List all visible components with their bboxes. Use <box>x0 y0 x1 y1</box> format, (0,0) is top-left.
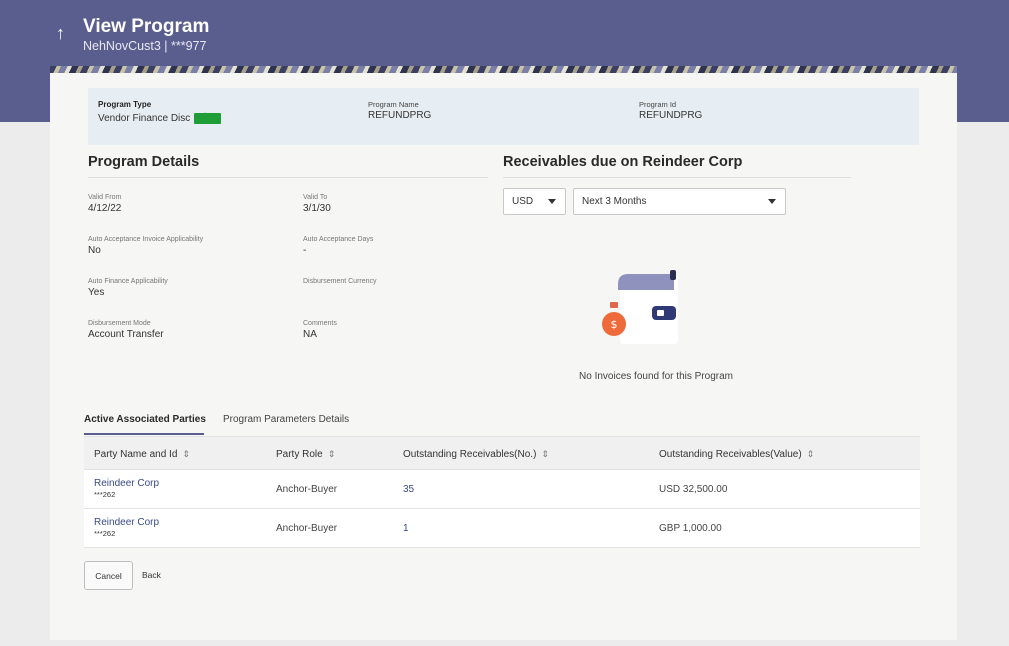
page-title: View Program <box>83 16 210 37</box>
field-valid-from: Valid From 4/12/22 <box>88 194 122 214</box>
party-id: ***262 <box>94 490 116 499</box>
party-name-link[interactable]: Reindeer Corp <box>94 478 159 489</box>
tab-active-associated-parties[interactable]: Active Associated Parties <box>84 414 206 425</box>
program-name: Program Name REFUNDPRG <box>368 100 431 121</box>
sort-icon: ⇕ <box>182 449 190 459</box>
tab-program-parameters-details[interactable]: Program Parameters Details <box>223 414 349 425</box>
outstanding-value-cell: USD 32,500.00 <box>659 484 728 495</box>
program-info-strip: Program Type Vendor Finance Disc Active P… <box>88 88 919 145</box>
outstanding-count-link[interactable]: 35 <box>403 484 414 495</box>
currency-select-value: USD <box>512 196 534 207</box>
column-header-outstanding-no[interactable]: Outstanding Receivables(No.) ⇕ <box>403 449 549 460</box>
divider <box>88 177 488 178</box>
back-button[interactable]: Back <box>142 570 161 580</box>
page-subtitle: NehNovCust3 | ***977 <box>83 39 207 53</box>
active-tab-indicator <box>84 433 204 435</box>
period-select[interactable]: Next 3 Months <box>573 188 786 215</box>
receivables-title: Receivables due on Reindeer Corp <box>503 154 743 170</box>
cancel-button[interactable]: Cancel <box>84 561 133 590</box>
sort-icon: ⇕ <box>806 449 815 459</box>
empty-state-message: No Invoices found for this Program <box>579 371 733 382</box>
table-row: Reindeer Corp ***262 Anchor-Buyer 35 USD… <box>84 470 920 509</box>
field-valid-to: Valid To 3/1/30 <box>303 194 331 214</box>
party-name-link[interactable]: Reindeer Corp <box>94 517 159 528</box>
status-badge: Active <box>194 113 222 124</box>
field-auto-finance: Auto Finance Applicability Yes <box>88 278 168 298</box>
table-row: Reindeer Corp ***262 Anchor-Buyer 1 GBP … <box>84 509 920 548</box>
currency-select[interactable]: USD <box>503 188 566 215</box>
program-type: Program Type Vendor Finance Disc Active <box>98 100 222 125</box>
parties-table: Party Name and Id ⇕ Party Role ⇕ Outstandi… <box>84 436 920 548</box>
party-role-cell: Anchor-Buyer <box>276 523 338 534</box>
chevron-down-icon <box>768 199 776 204</box>
field-auto-acceptance-days: Auto Acceptance Days - <box>303 236 374 256</box>
program-id-label: Program Id <box>639 100 677 109</box>
program-type-label: Program Type <box>98 100 152 109</box>
back-arrow-icon[interactable]: ↑ <box>56 24 65 42</box>
column-header-party-role[interactable]: Party Role ⇕ <box>276 449 335 460</box>
main-card: Program Type Vendor Finance Disc Active P… <box>50 66 957 640</box>
program-type-value: Vendor Finance Disc <box>98 113 191 125</box>
column-header-party-name[interactable]: Party Name and Id ⇕ <box>94 449 190 460</box>
chevron-down-icon <box>548 199 556 204</box>
divider <box>503 177 851 178</box>
program-name-value: REFUNDPRG <box>368 110 432 121</box>
field-disbursement-mode: Disbursement Mode Account Transfer <box>88 320 164 340</box>
field-disbursement-currency: Disbursement Currency <box>303 278 377 285</box>
outstanding-count-link[interactable]: 1 <box>403 523 409 534</box>
field-comments: Comments NA <box>303 320 337 340</box>
sort-icon: ⇕ <box>541 449 549 459</box>
outstanding-value-cell: GBP 1,000.00 <box>659 523 722 534</box>
decorative-pattern <box>50 66 957 73</box>
column-header-outstanding-value[interactable]: Outstanding Receivables(Value) ⇕ <box>659 449 814 460</box>
party-name-cell: Reindeer Corp ***262 <box>94 517 159 538</box>
program-details-title: Program Details <box>88 154 200 170</box>
party-name-cell: Reindeer Corp ***262 <box>94 478 159 499</box>
empty-invoices-illustration-icon: $ <box>602 270 678 344</box>
field-auto-acceptance-invoice: Auto Acceptance Invoice Applicability No <box>88 236 204 256</box>
table-header: Party Name and Id ⇕ Party Role ⇕ Outstandi… <box>84 436 920 470</box>
period-select-value: Next 3 Months <box>582 196 647 207</box>
sort-icon: ⇕ <box>327 449 336 459</box>
party-id: ***262 <box>94 529 116 538</box>
program-id: Program Id REFUNDPRG <box>639 100 702 121</box>
svg-text:$: $ <box>611 318 618 331</box>
party-role-cell: Anchor-Buyer <box>276 484 338 495</box>
program-id-value: REFUNDPRG <box>639 110 703 121</box>
program-name-label: Program Name <box>368 100 419 109</box>
